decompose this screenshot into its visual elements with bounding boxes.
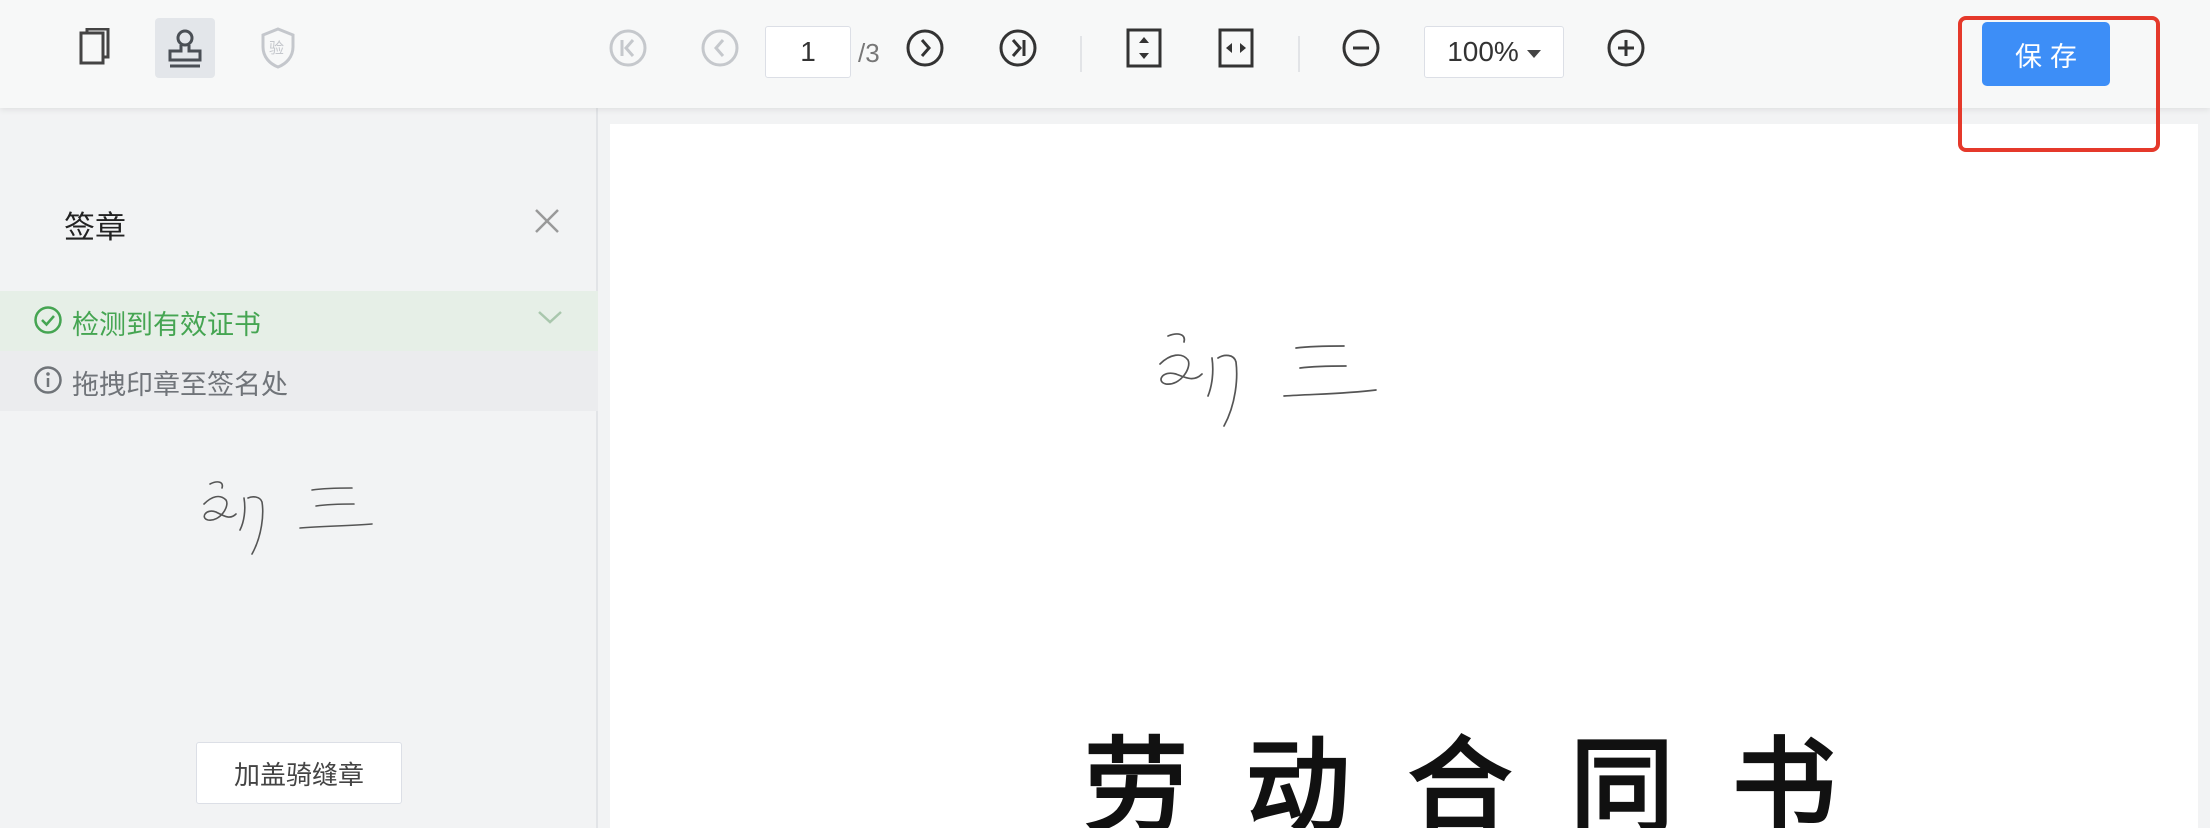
zoom-value: 100% [1447, 36, 1519, 67]
drag-hint-text: 拖拽印章至签名处 [72, 370, 288, 401]
certificate-status-text: 检测到有效证书 [72, 310, 261, 341]
fit-height-icon[interactable] [1122, 26, 1166, 70]
page-number-input[interactable]: 1 [765, 26, 851, 78]
zoom-select[interactable]: 100% [1424, 26, 1564, 78]
toolbar-divider [1298, 36, 1300, 72]
toolbar-divider [1080, 36, 1082, 72]
page-total: /3 [858, 38, 880, 68]
toolbar: 验 1 /3 100% 保存 [0, 0, 2210, 108]
close-icon[interactable] [530, 204, 564, 238]
zoom-out-icon[interactable] [1339, 26, 1383, 70]
sidebar-title: 签章 [64, 210, 126, 246]
drag-hint-row: 拖拽印章至签名处 [0, 351, 598, 411]
verify-label: 验 [269, 39, 285, 57]
first-page-icon[interactable] [606, 26, 650, 70]
signature-stamp-thumbnail[interactable] [196, 470, 386, 590]
fit-width-icon[interactable] [1214, 26, 1258, 70]
zoom-in-icon[interactable] [1604, 26, 1648, 70]
document-title: 劳动合同书 [1083, 726, 1894, 828]
last-page-icon[interactable] [996, 26, 1040, 70]
document-page: 劳动合同书 [610, 124, 2198, 828]
next-page-icon[interactable] [903, 26, 947, 70]
add-riding-seal-button[interactable]: 加盖骑缝章 [196, 742, 402, 804]
signature-sidebar: 签章 检测到有效证书 拖拽印章至签名处 加盖骑缝章 [0, 108, 598, 828]
copy-pages-icon[interactable] [63, 18, 123, 78]
certificate-status-row[interactable]: 检测到有效证书 [0, 291, 598, 351]
caret-down-icon [1526, 49, 1541, 58]
stamp-icon[interactable] [155, 18, 215, 78]
chevron-down-icon[interactable] [536, 307, 564, 331]
info-icon [33, 365, 63, 399]
placed-signature[interactable] [1150, 324, 1400, 454]
document-viewer: 劳动合同书 [600, 108, 2210, 828]
save-button[interactable]: 保存 [1982, 22, 2110, 86]
prev-page-icon[interactable] [698, 26, 742, 70]
verify-shield-icon[interactable]: 验 [248, 18, 308, 78]
check-circle-icon [33, 305, 63, 339]
